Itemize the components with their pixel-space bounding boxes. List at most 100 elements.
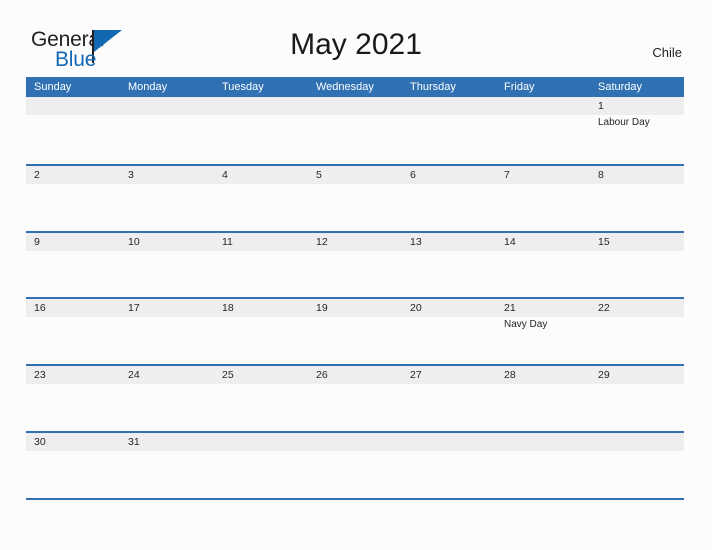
day-events [504,115,590,117]
day-cell-12[interactable]: 12 [308,233,402,298]
day-events [222,451,308,453]
day-cell-13[interactable]: 13 [402,233,496,298]
day-cell-30[interactable]: 30 [26,433,120,498]
day-events: Navy Day [504,317,590,331]
day-number [504,97,590,115]
day-number: 13 [410,235,422,248]
day-cell-24[interactable]: 24 [120,366,214,431]
weekday-header-row: Sunday Monday Tuesday Wednesday Thursday Frid… [26,77,684,97]
weekday-header-saturday: Saturday [598,81,643,93]
day-cell-empty [402,433,496,498]
day-cell-26[interactable]: 26 [308,366,402,431]
day-events [128,317,214,319]
day-number: 8 [598,168,604,181]
day-events [34,317,120,319]
page-header: General Blue May 2021 Chile [0,0,712,76]
day-number: 30 [34,435,46,448]
country-label: Chile [652,45,682,60]
day-cell-31[interactable]: 31 [120,433,214,498]
day-cell-25[interactable]: 25 [214,366,308,431]
day-cell-29[interactable]: 29 [590,366,684,431]
day-number: 27 [410,369,422,382]
day-cell-17[interactable]: 17 [120,299,214,364]
day-number: 14 [504,235,516,248]
day-number: 23 [34,369,46,382]
day-number: 26 [316,369,328,382]
day-cell-6[interactable]: 6 [402,166,496,231]
day-cell-10[interactable]: 10 [120,233,214,298]
calendar-week-row: 16 17 18 19 20 21 Navy Day 22 [26,297,684,364]
day-number: 1 [598,100,604,112]
calendar-week-row: 2 3 4 5 6 7 8 [26,163,684,231]
day-number: 2 [34,168,40,181]
day-number: 28 [504,369,516,382]
day-cell-11[interactable]: 11 [214,233,308,298]
day-events [598,317,684,319]
day-events [598,451,684,453]
day-cell-5[interactable]: 5 [308,166,402,231]
day-events [316,184,402,186]
day-cell-4[interactable]: 4 [214,166,308,231]
day-number: 17 [128,302,140,315]
day-cell-16[interactable]: 16 [26,299,120,364]
day-cell-21[interactable]: 21 Navy Day [496,299,590,364]
weekday-header-wednesday: Wednesday [316,81,374,93]
day-number: 25 [222,369,234,382]
day-number [222,433,308,451]
calendar-bottom-rule [26,497,684,500]
day-events [504,184,590,186]
day-number: 6 [410,168,416,181]
day-events [128,184,214,186]
day-events [222,317,308,319]
calendar-week-row: 30 31 [26,430,684,498]
calendar-week-row: 9 10 11 12 13 14 15 [26,230,684,298]
day-events [598,251,684,253]
day-cell-empty [120,97,214,162]
day-number: 29 [598,369,610,382]
day-cell-22[interactable]: 22 [590,299,684,364]
day-events [128,384,214,386]
day-number: 12 [316,235,328,248]
day-cell-7[interactable]: 7 [496,166,590,231]
day-cells: 30 31 [26,433,684,498]
holiday-event: Navy Day [504,319,548,331]
day-events [34,251,120,253]
day-events [34,451,120,453]
day-cell-9[interactable]: 9 [26,233,120,298]
day-cell-15[interactable]: 15 [590,233,684,298]
day-cell-3[interactable]: 3 [120,166,214,231]
calendar-week-row: 1 Labour Day [26,97,684,164]
day-number: 7 [504,168,510,181]
day-events [128,251,214,253]
day-cell-27[interactable]: 27 [402,366,496,431]
day-events [316,317,402,319]
day-events [598,384,684,386]
day-number: 3 [128,168,134,181]
day-cells: 9 10 11 12 13 14 15 [26,233,684,298]
day-cell-19[interactable]: 19 [308,299,402,364]
weekday-header-thursday: Thursday [410,81,456,93]
day-cell-18[interactable]: 18 [214,299,308,364]
day-events [504,451,590,453]
day-cell-28[interactable]: 28 [496,366,590,431]
day-number [34,97,120,115]
day-cell-empty [308,433,402,498]
day-cell-1[interactable]: 1 Labour Day [590,97,684,162]
day-events [34,384,120,386]
day-events [128,451,214,453]
day-number [128,97,214,115]
day-number: 18 [222,302,234,315]
day-cell-14[interactable]: 14 [496,233,590,298]
weekday-header-sunday: Sunday [34,81,72,93]
day-cell-2[interactable]: 2 [26,166,120,231]
day-cell-8[interactable]: 8 [590,166,684,231]
day-events [504,251,590,253]
day-cell-23[interactable]: 23 [26,366,120,431]
day-number: 16 [34,302,46,315]
day-events [222,184,308,186]
day-number [598,433,684,451]
day-cell-empty [214,433,308,498]
day-cell-20[interactable]: 20 [402,299,496,364]
day-number: 5 [316,168,322,181]
day-events [410,251,496,253]
